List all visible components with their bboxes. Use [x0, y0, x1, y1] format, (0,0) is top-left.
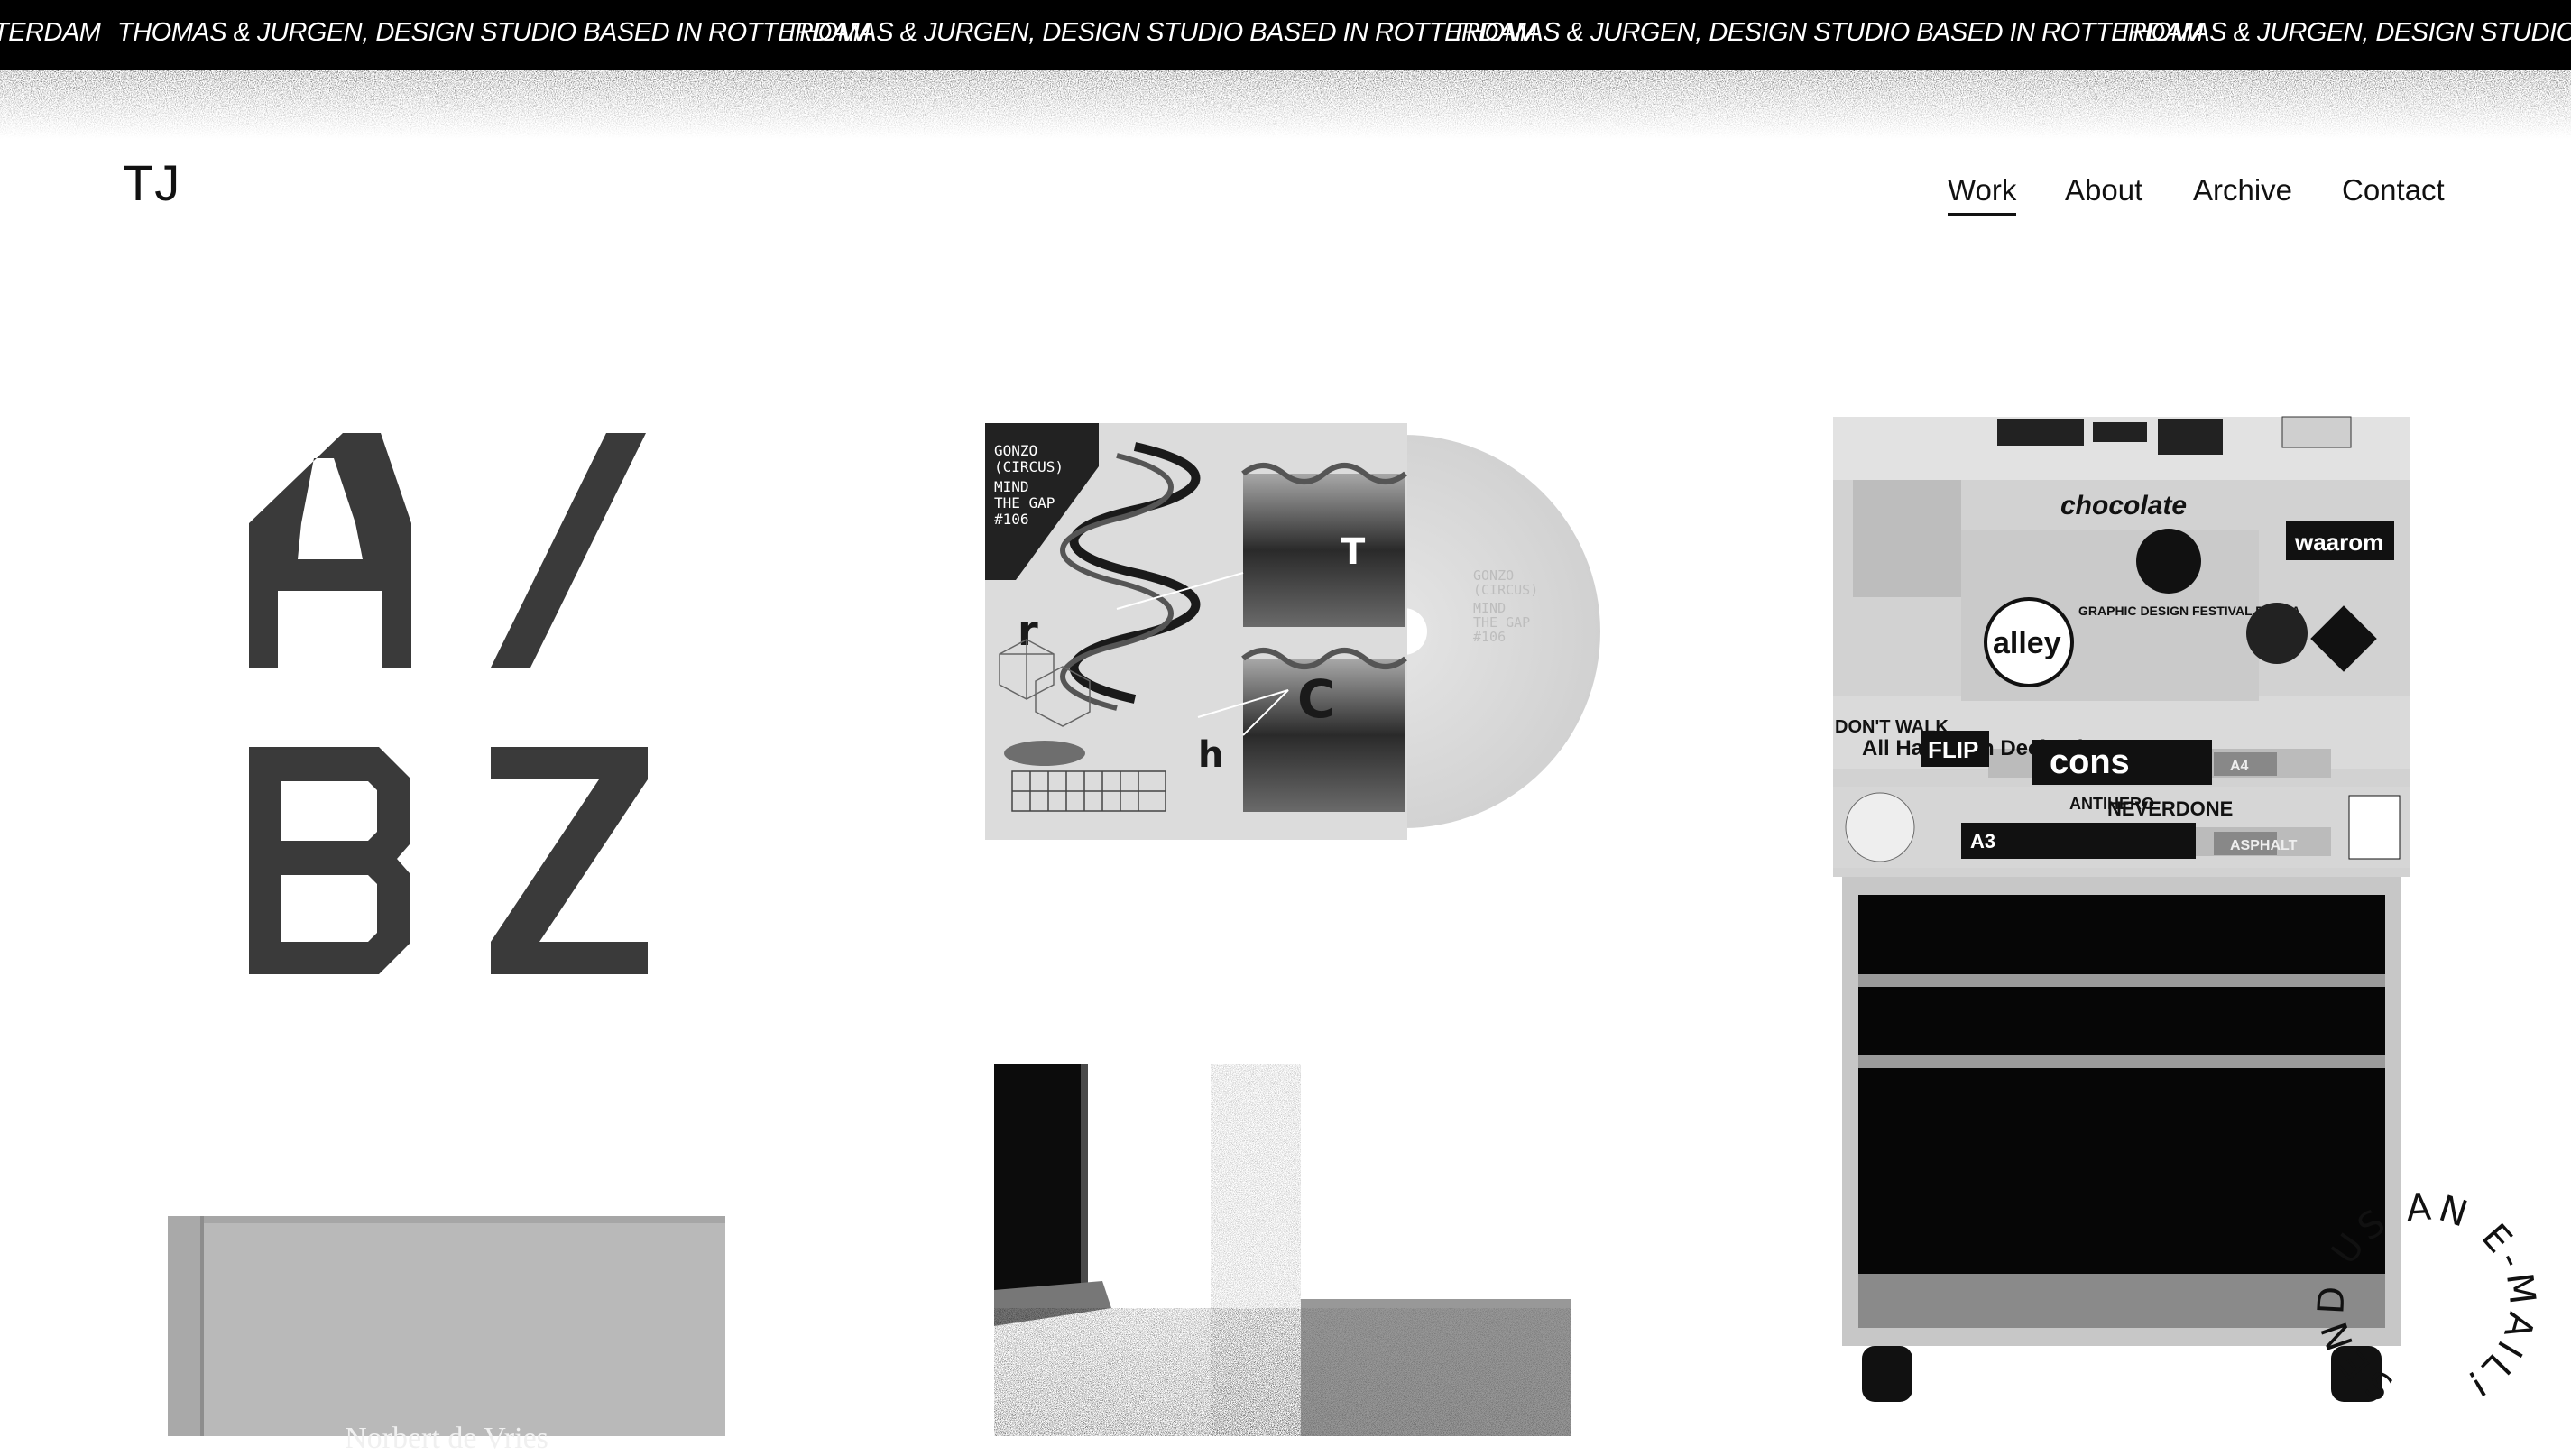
grain-edge-texture	[0, 58, 2571, 139]
cd-sleeve-artwork: GONZO(CIRCUS) MINDTHE GAP#106 GONZO (CIR…	[985, 423, 1600, 840]
svg-text:waarom: waarom	[2294, 529, 2383, 556]
project-tile-az-typeface[interactable]: A / B Z	[245, 424, 660, 1001]
svg-text:MIND: MIND	[994, 478, 1029, 495]
marquee-text-fragment: TERDAM	[0, 18, 101, 47]
marquee-text: THOMAS & JURGEN, DESIGN STUDIO BASED IN …	[1451, 18, 2204, 47]
svg-text:cons: cons	[2050, 743, 2130, 781]
nav-contact-link[interactable]: Contact	[2342, 173, 2445, 213]
svg-text:C: C	[1297, 668, 1336, 730]
nav-about-link[interactable]: About	[2065, 173, 2142, 213]
az-letter-z: Z	[245, 424, 246, 425]
az-typeface-artwork: A / B Z	[245, 424, 648, 974]
svg-text:T: T	[1341, 531, 1366, 573]
marquee-text: THOMAS & JURGEN, DESIGN STUDIO BASED IN …	[117, 18, 871, 47]
nav-work-link[interactable]: Work	[1948, 173, 2017, 216]
svg-text:ASPHALT: ASPHALT	[2230, 838, 2298, 853]
az-letter-a: A	[245, 424, 246, 425]
svg-text:DON'T WALK: DON'T WALK	[1835, 717, 1949, 737]
circular-text: SEND US AN E-MAIL!	[2276, 1151, 2571, 1453]
svg-text:alley: alley	[1993, 626, 2061, 660]
svg-text:chocolate: chocolate	[2060, 491, 2187, 521]
svg-text:SEND US AN E-MAIL!: SEND US AN E-MAIL!	[2311, 1187, 2542, 1418]
circular-text-badge: SEND US AN E-MAIL!	[2276, 1151, 2571, 1453]
svg-text:GONZO: GONZO	[994, 442, 1037, 459]
svg-text:#106: #106	[994, 511, 1029, 528]
svg-text:A3: A3	[1970, 830, 1995, 852]
svg-text:(CIRCUS): (CIRCUS)	[1473, 582, 1538, 598]
project-tile-gonzo-circus-cd[interactable]: GONZO (CIRCUS) MIND THE GAP #106 GONZO (CIR…	[981, 419, 1608, 843]
az-letter-b: B	[245, 424, 246, 425]
svg-text:FLIP: FLIP	[1928, 736, 1978, 763]
nav-archive-link[interactable]: Archive	[2193, 173, 2292, 213]
project-tile-grainy-room[interactable]	[994, 1064, 1571, 1436]
svg-text:ANTIHERO: ANTIHERO	[2069, 795, 2154, 813]
svg-text:h: h	[1198, 734, 1223, 776]
main-nav: Work About Archive Contact	[0, 173, 2571, 227]
marquee-text-fragment: THOMAS & JURGEN, DESIGN STUDIO BASE	[2117, 18, 2571, 47]
az-letter-slash: /	[245, 424, 246, 425]
svg-text:(CIRCUS): (CIRCUS)	[994, 458, 1064, 475]
marquee-text: THOMAS & JURGEN, DESIGN STUDIO BASED IN …	[784, 18, 1537, 47]
send-email-circle-link[interactable]: SEND US AN E-MAIL!	[2276, 1151, 2571, 1453]
project-tile-book[interactable]	[164, 1212, 729, 1436]
svg-text:A4: A4	[2230, 759, 2249, 774]
svg-text:#106: #106	[1473, 629, 1506, 645]
book-title-text: Norbert de Vries	[345, 1422, 548, 1455]
svg-text:THE GAP: THE GAP	[994, 494, 1055, 511]
grainy-room-photo	[994, 1064, 1571, 1436]
book-cover	[168, 1216, 725, 1436]
svg-text:r: r	[1018, 606, 1038, 655]
